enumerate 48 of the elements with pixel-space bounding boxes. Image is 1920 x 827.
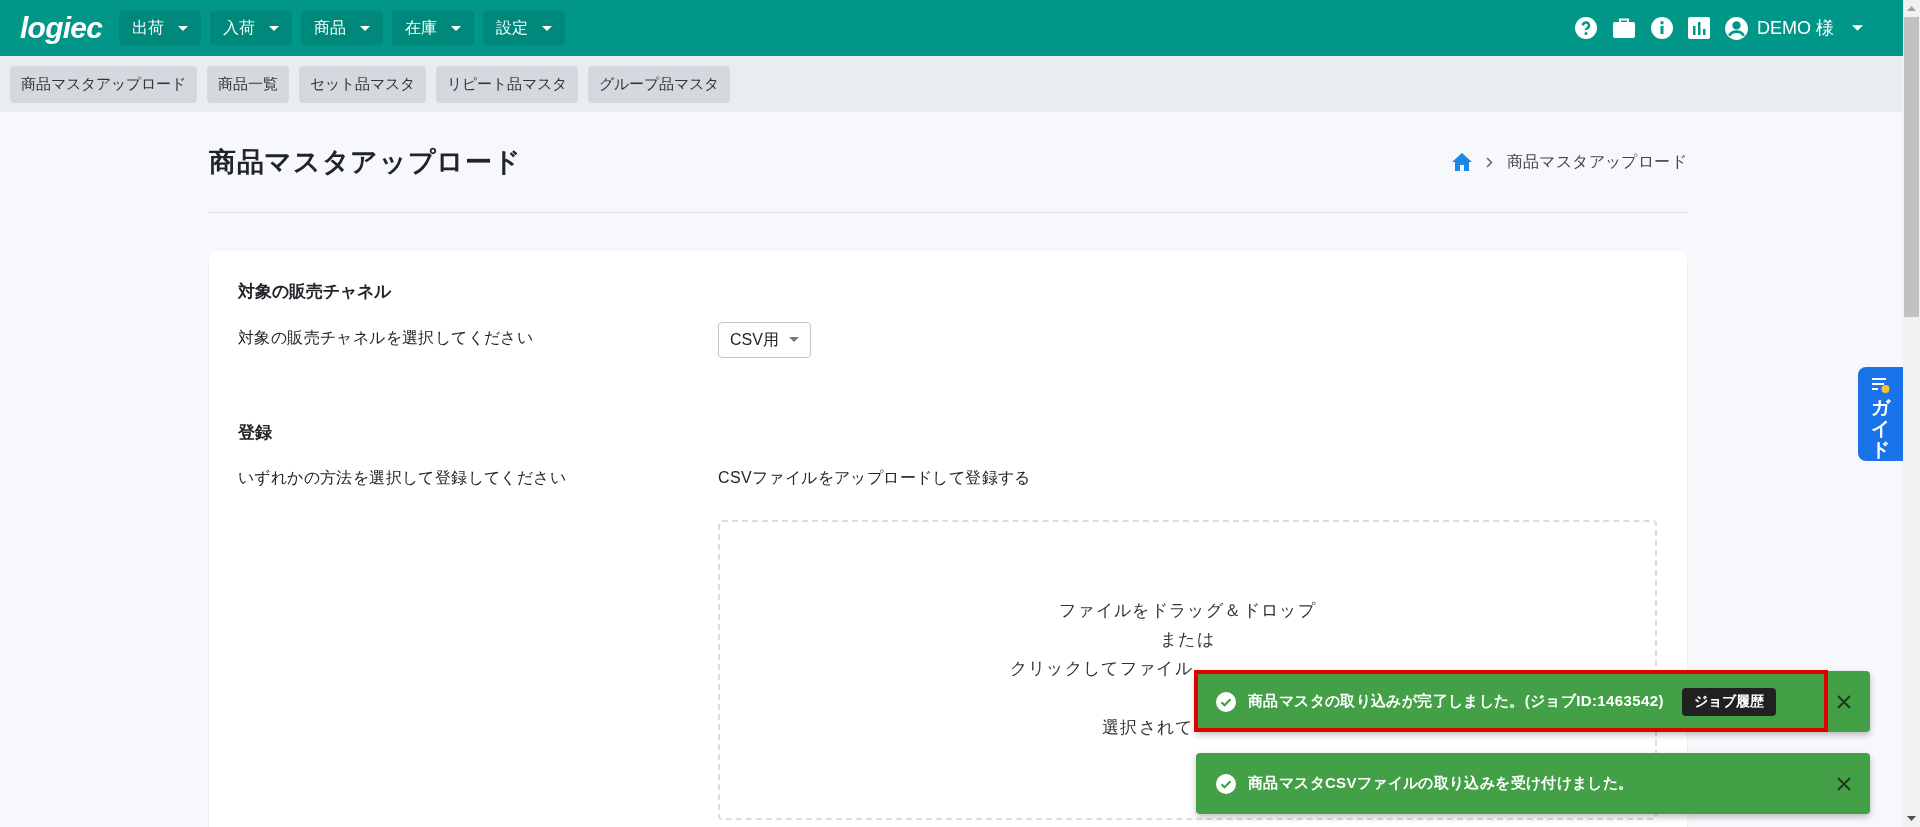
- user-icon: [1724, 15, 1749, 41]
- caret-icon: [269, 25, 280, 31]
- check-circle-icon: [1216, 773, 1236, 794]
- sub-nav-tab[interactable]: グループ品マスタ: [588, 65, 730, 103]
- drop-prompt-text: クリックしてファイル: [1009, 659, 1194, 678]
- field-label: 対象の販売チャネルを選択してください: [238, 327, 535, 348]
- close-icon: [1837, 776, 1851, 791]
- guide-tab[interactable]: ガイド: [1858, 367, 1903, 461]
- drop-prompt-text: または: [1159, 630, 1216, 649]
- help-icon[interactable]: [1574, 16, 1598, 40]
- chevron-icon: [1485, 156, 1493, 168]
- nav-menu-button[interactable]: 在庫: [392, 11, 475, 45]
- sub-nav-tab[interactable]: リピート品マスタ: [436, 65, 578, 103]
- caret-icon: [178, 25, 189, 31]
- sub-nav-tab[interactable]: 商品マスタアップロード: [10, 65, 197, 103]
- nav-menu-button[interactable]: 商品: [301, 11, 384, 45]
- nav-menu-button[interactable]: 出荷: [119, 11, 202, 45]
- nav-menu-button[interactable]: 設定: [483, 11, 566, 45]
- job-history-button[interactable]: ジョブ履歴: [1681, 687, 1776, 716]
- close-icon: [1837, 694, 1851, 709]
- scrollbar[interactable]: [1903, 0, 1920, 827]
- nav-menu-button[interactable]: 入荷: [210, 11, 293, 45]
- caret-icon: [360, 25, 371, 31]
- sub-nav-tab[interactable]: セット品マスタ: [299, 65, 426, 103]
- scroll-thumb[interactable]: [1904, 17, 1919, 317]
- page-title: 商品マスタアップロード: [209, 145, 522, 179]
- info-icon[interactable]: [1650, 16, 1674, 40]
- caret-icon: [788, 337, 799, 342]
- breadcrumb-item: 商品マスタアップロード: [1506, 152, 1687, 172]
- sub-nav-tab[interactable]: 商品一覧: [207, 65, 289, 103]
- caret-icon: [542, 25, 553, 31]
- channel-select[interactable]: CSV用: [718, 321, 811, 358]
- section-heading: 対象の販売チャネル: [238, 281, 393, 303]
- file-status-text: 選択されて: [1102, 718, 1194, 737]
- upload-method-label: CSVファイルをアップロードして登録する: [718, 468, 1032, 488]
- caret-icon: [451, 25, 462, 31]
- toast-message: 商品マスタCSVファイルの取り込みを受け付けました。: [1248, 773, 1634, 794]
- caret-icon: [1852, 25, 1863, 31]
- section-heading: 登録: [238, 421, 273, 444]
- drop-prompt-text: ファイルをドラッグ＆ドロップ: [1058, 601, 1316, 620]
- logo[interactable]: logiec: [20, 13, 103, 43]
- briefcase-icon[interactable]: [1612, 17, 1636, 39]
- field-label: いずれかの方法を選択して登録してください: [238, 468, 567, 488]
- home-icon[interactable]: [1451, 153, 1472, 171]
- check-circle-icon: [1216, 691, 1236, 712]
- user-menu[interactable]: DEMO 様: [1724, 14, 1863, 42]
- list-icon: [1870, 376, 1891, 396]
- bar-chart-icon[interactable]: [1688, 17, 1710, 39]
